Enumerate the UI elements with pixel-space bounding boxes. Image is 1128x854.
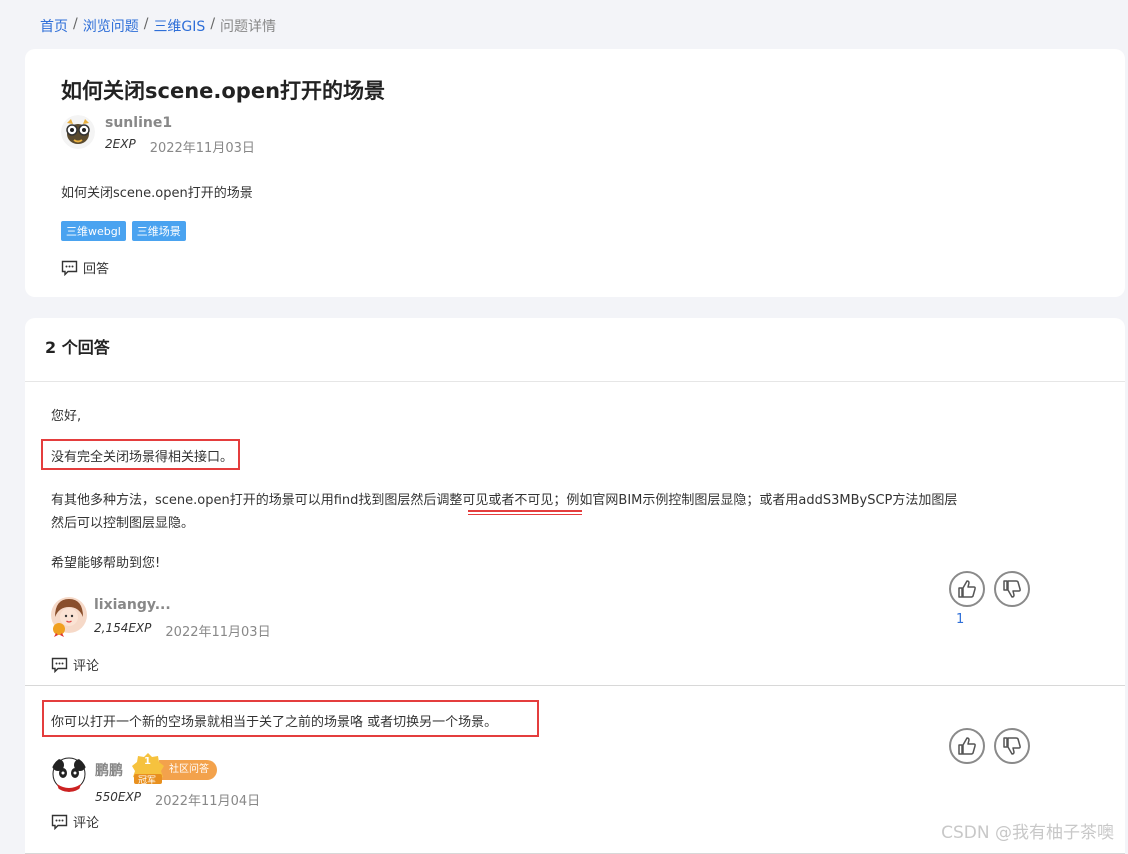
award-badge: 1 冠军 社区问答 <box>131 752 217 788</box>
breadcrumb-separator: / <box>210 16 215 36</box>
badge-rank: 1 <box>144 756 151 767</box>
answer-author: lixiangy... 2,154EXP 2022年11月03日 <box>51 597 271 640</box>
avatar[interactable] <box>61 115 95 149</box>
question-author: sunline1 2EXP 2022年11月03日 <box>61 115 255 156</box>
answer-text-line: 希望能够帮助到您! <box>51 552 160 571</box>
breadcrumb-separator: / <box>144 16 149 36</box>
thumbs-down-icon <box>1002 579 1022 599</box>
post-date: 2022年11月04日 <box>155 790 260 809</box>
avatar[interactable] <box>51 756 87 792</box>
like-button[interactable] <box>949 728 985 764</box>
thumbs-down-icon <box>1002 736 1022 756</box>
answer-item: 您好, 没有完全关闭场景得相关接口。 有其他多种方法，scene.open打开的… <box>25 382 1125 686</box>
highlight-underline <box>468 510 582 515</box>
author-exp: 2,154EXP <box>94 621 151 640</box>
like-button[interactable] <box>949 571 985 607</box>
answers-count-heading: 2 个回答 <box>25 318 1125 382</box>
question-body: 如何关闭scene.open打开的场景 <box>61 182 253 201</box>
tag[interactable]: 三维webgl <box>61 221 126 241</box>
answer-text-line: 有其他多种方法，scene.open打开的场景可以用find找到图层然后调整可见… <box>51 489 957 508</box>
answer-text-line: 没有完全关闭场景得相关接口。 <box>51 446 233 465</box>
question-title: 如何关闭scene.open打开的场景 <box>61 75 385 105</box>
answer-text-line: 您好, <box>51 405 81 424</box>
breadcrumb-browse-link[interactable]: 浏览问题 <box>83 16 139 36</box>
dislike-button[interactable] <box>994 571 1030 607</box>
comment-icon <box>51 814 68 830</box>
answer-text-line: 然后可以控制图层显隐。 <box>51 512 194 531</box>
watermark: CSDN @我有柚子茶噢 <box>941 818 1114 843</box>
badge-title: 冠军 <box>138 773 156 786</box>
author-exp: 2EXP <box>105 137 136 156</box>
medal-icon: 1 冠军 <box>131 752 165 788</box>
like-count: 1 <box>956 612 964 627</box>
question-card: 如何关闭scene.open打开的场景 sunline1 2EXP 2022年1… <box>25 49 1125 297</box>
comment-icon <box>61 260 78 276</box>
answer-button[interactable]: 回答 <box>61 258 109 277</box>
tag[interactable]: 三维场景 <box>132 221 186 241</box>
comment-button-label: 评论 <box>73 655 99 674</box>
post-date: 2022年11月03日 <box>150 137 255 156</box>
author-exp: 550EXP <box>95 790 141 809</box>
breadcrumb-separator: / <box>73 16 78 36</box>
avatar[interactable] <box>51 597 87 633</box>
author-name[interactable]: sunline1 <box>105 115 255 131</box>
dislike-button[interactable] <box>994 728 1030 764</box>
author-name[interactable]: lixiangy... <box>94 597 271 613</box>
tag-list: 三维webgl 三维场景 <box>61 221 186 241</box>
answer-text-line: 你可以打开一个新的空场景就相当于关了之前的场景咯 或者切换另一个场景。 <box>51 711 497 730</box>
comment-button[interactable]: 评论 <box>51 812 99 831</box>
comment-button-label: 评论 <box>73 812 99 831</box>
breadcrumb-current: 问题详情 <box>220 16 276 36</box>
answer-button-label: 回答 <box>83 258 109 277</box>
breadcrumb-home-link[interactable]: 首页 <box>40 16 68 36</box>
badge-label: 社区问答 <box>159 760 217 780</box>
breadcrumb: 首页 / 浏览问题 / 三维GIS / 问题详情 <box>40 16 276 36</box>
comment-button[interactable]: 评论 <box>51 655 99 674</box>
author-name[interactable]: 鹏鹏 <box>95 760 123 780</box>
comment-icon <box>51 657 68 673</box>
answer-author: 鹏鹏 1 冠军 社区问答 550EXP <box>51 752 260 809</box>
answers-card: 2 个回答 您好, 没有完全关闭场景得相关接口。 有其他多种方法，scene.o… <box>25 318 1125 853</box>
post-date: 2022年11月03日 <box>165 621 270 640</box>
thumbs-up-icon <box>957 736 977 756</box>
thumbs-up-icon <box>957 579 977 599</box>
breadcrumb-category-link[interactable]: 三维GIS <box>153 16 205 36</box>
